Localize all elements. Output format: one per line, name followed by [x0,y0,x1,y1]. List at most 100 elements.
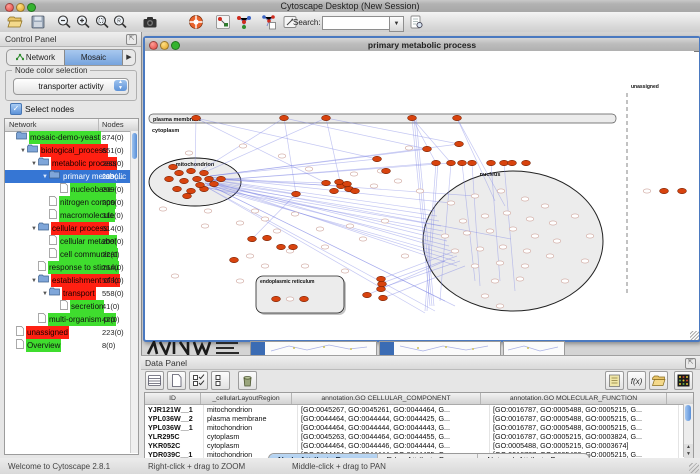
tree-scrollbar[interactable] [130,131,138,453]
node-unselected[interactable] [291,212,299,216]
node-selected[interactable] [196,182,205,187]
edge[interactable] [196,118,377,159]
node-selected[interactable] [508,160,517,165]
tree-row[interactable]: response to stimulu264(0) [5,261,138,274]
import-network-icon[interactable] [261,14,277,30]
node-unselected[interactable] [341,269,349,273]
node-selected[interactable] [280,115,289,120]
node-selected[interactable] [351,188,360,193]
zoom-fit-icon[interactable]: R [112,14,128,30]
node-unselected[interactable] [346,224,354,228]
node-unselected[interactable] [496,261,504,265]
node-unselected[interactable] [643,189,651,193]
tree-row[interactable]: ▼cellular process614(0) [5,222,138,235]
table-scroll-arrows[interactable]: ▲▼ [684,444,693,458]
node-selected[interactable] [322,115,331,120]
new-attribute-icon[interactable] [167,371,186,390]
tree-col-nodes[interactable]: Nodes [99,119,138,131]
node-unselected[interactable] [481,294,489,298]
enhanced-search-icon[interactable] [408,14,424,30]
node-selected[interactable] [335,179,344,184]
node-unselected[interactable] [516,277,524,281]
node-unselected[interactable] [471,194,479,198]
node-unselected[interactable] [471,264,479,268]
node-selected[interactable] [468,160,477,165]
node-unselected[interactable] [459,219,467,223]
node-selected[interactable] [377,276,386,281]
node-selected[interactable] [458,160,467,165]
snapshot-icon[interactable] [142,14,158,30]
frame-resize-grip[interactable] [690,331,699,340]
node-unselected[interactable] [486,229,494,233]
node-unselected[interactable] [159,207,167,211]
create-network-icon[interactable] [236,14,252,30]
node-selected[interactable] [210,181,219,186]
expand-arrow-icon[interactable]: ▼ [19,148,27,154]
node-unselected[interactable] [499,245,507,249]
edge[interactable] [203,118,326,173]
node-unselected[interactable] [496,304,504,308]
table-row[interactable]: YPL036W__2plasma membrane[GO:0044464, GO… [145,414,693,423]
search-dropdown-icon[interactable]: ▼ [389,16,404,32]
node-selected[interactable] [175,170,184,175]
node-unselected[interactable] [236,279,244,283]
unselect-all-icon[interactable] [211,371,230,390]
table-column-header[interactable]: annotation.GO CELLULAR_COMPONENT [292,393,481,404]
node-selected[interactable] [187,168,196,173]
node-selected[interactable] [173,186,182,191]
node-selected[interactable] [263,235,272,240]
node-selected[interactable] [187,188,196,193]
node-selected[interactable] [169,164,178,169]
tree-row[interactable]: Overview8(0) [5,339,138,352]
node-selected[interactable] [292,191,301,196]
node-unselected[interactable] [497,189,505,193]
tree-row[interactable]: mosaic-demo-yeast874(0) [5,131,138,144]
node-unselected[interactable] [261,217,269,221]
node-unselected[interactable] [523,249,531,253]
node-unselected[interactable] [316,227,324,231]
node-unselected[interactable] [509,227,517,231]
tree-row[interactable]: macromolecule311(0) [5,209,138,222]
node-unselected[interactable] [185,151,193,155]
select-nodes-checkbox[interactable]: ✓ [10,103,22,115]
import-attributes-icon[interactable] [649,371,668,390]
node-selected[interactable] [500,160,509,165]
node-unselected[interactable] [204,209,212,213]
tree-row[interactable]: cell communicat22(0) [5,248,138,261]
tree-row[interactable]: nucleobase-209(0) [5,183,138,196]
node-unselected[interactable] [239,144,247,148]
node-selected[interactable] [343,181,352,186]
node-unselected[interactable] [531,234,539,238]
zoom-out-icon[interactable] [56,14,72,30]
zoom-selected-icon[interactable] [94,14,110,30]
tree-row[interactable]: ▼biological_process651(0) [5,144,138,157]
node-selected[interactable] [165,176,174,181]
node-unselected[interactable] [251,209,259,213]
node-selected[interactable] [200,170,209,175]
select-attributes-icon[interactable] [145,371,164,390]
vizmapper-icon[interactable] [215,14,231,30]
node-selected[interactable] [408,115,417,120]
tree-row[interactable]: ▼metabolic process280(0) [5,157,138,170]
node-unselected[interactable] [491,279,499,283]
plasma-membrane-region[interactable] [149,114,616,123]
tab-overflow-icon[interactable]: ▶ [123,50,135,65]
node-unselected[interactable] [301,264,309,268]
node-unselected[interactable] [553,239,561,243]
tree-row[interactable]: ▼primary metabolic209(... [5,170,138,183]
node-selected[interactable] [378,281,387,286]
node-unselected[interactable] [549,221,557,225]
node-selected[interactable] [277,244,286,249]
node-unselected[interactable] [171,274,179,278]
window-resize-grip[interactable] [689,463,699,473]
node-unselected[interactable] [416,189,424,193]
node-unselected[interactable] [370,184,378,188]
node-selected[interactable] [330,188,339,193]
node-unselected[interactable] [246,254,254,258]
node-unselected[interactable] [546,254,554,258]
delete-attribute-icon[interactable] [238,371,257,390]
node-unselected[interactable] [526,217,534,221]
node-unselected[interactable] [476,247,484,251]
table-column-header[interactable]: ID [145,393,201,404]
node-selected[interactable] [180,178,189,183]
